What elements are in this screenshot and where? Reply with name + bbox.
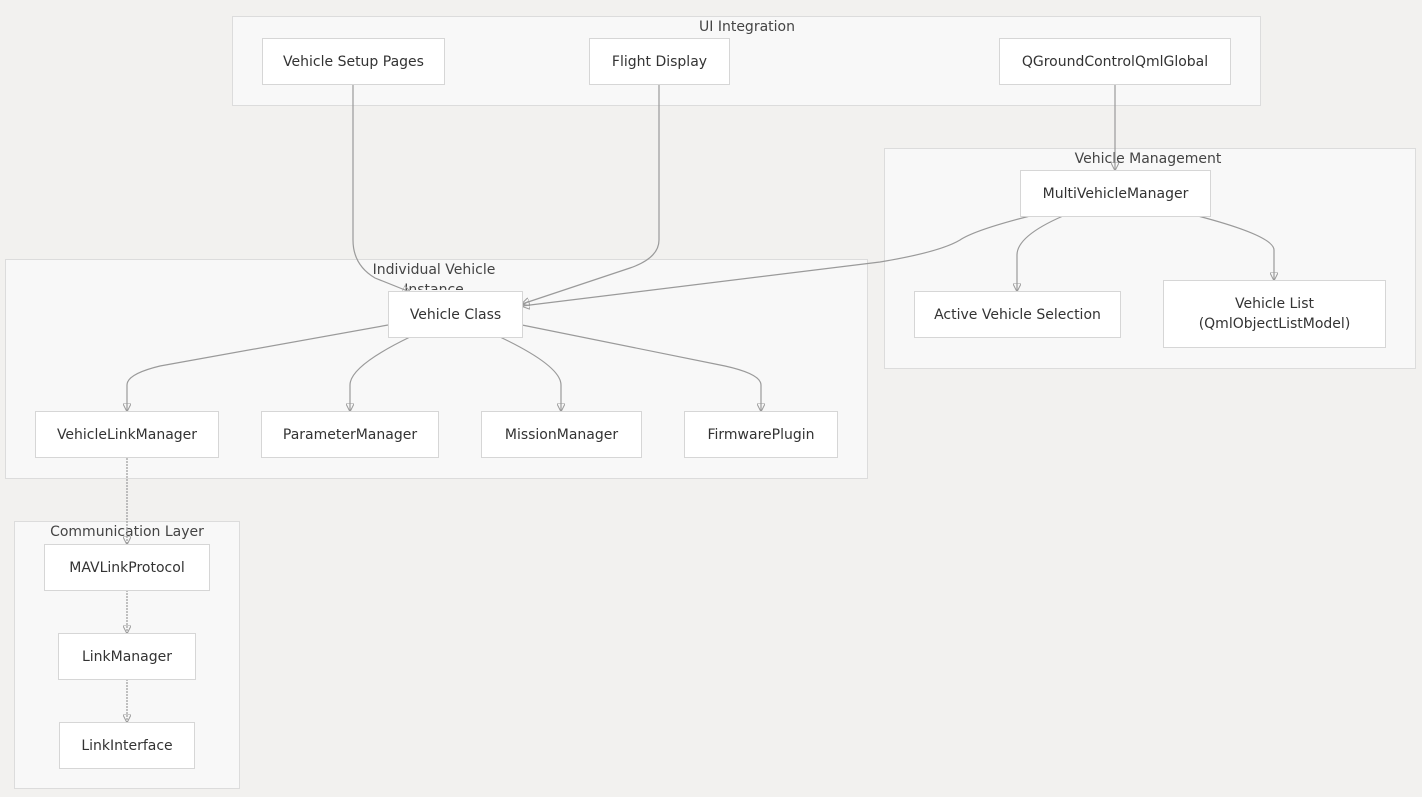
node-vehicle-link-manager[interactable]: VehicleLinkManager: [35, 411, 219, 458]
node-mission-manager[interactable]: MissionManager: [481, 411, 642, 458]
node-multi-vehicle-manager[interactable]: MultiVehicleManager: [1020, 170, 1211, 217]
node-active-vehicle-selection[interactable]: Active Vehicle Selection: [914, 291, 1121, 338]
node-parameter-manager[interactable]: ParameterManager: [261, 411, 439, 458]
cluster-label-communication-layer: Communication Layer: [50, 524, 204, 540]
node-vehicle-class[interactable]: Vehicle Class: [388, 291, 523, 338]
node-mavlink-protocol[interactable]: MAVLinkProtocol: [44, 544, 210, 591]
node-vehicle-list[interactable]: Vehicle List (QmlObjectListModel): [1163, 280, 1386, 348]
cluster-label-vehicle-management: Vehicle Management: [1074, 151, 1222, 167]
cluster-label-ui-integration: UI Integration: [699, 19, 795, 35]
cluster-label-individual-vehicle: Individual Vehicle Instance: [372, 262, 496, 290]
node-link-interface[interactable]: LinkInterface: [59, 722, 195, 769]
node-qgc-qml-global[interactable]: QGroundControlQmlGlobal: [999, 38, 1231, 85]
node-link-manager[interactable]: LinkManager: [58, 633, 196, 680]
node-firmware-plugin[interactable]: FirmwarePlugin: [684, 411, 838, 458]
node-vehicle-setup-pages[interactable]: Vehicle Setup Pages: [262, 38, 445, 85]
node-flight-display[interactable]: Flight Display: [589, 38, 730, 85]
